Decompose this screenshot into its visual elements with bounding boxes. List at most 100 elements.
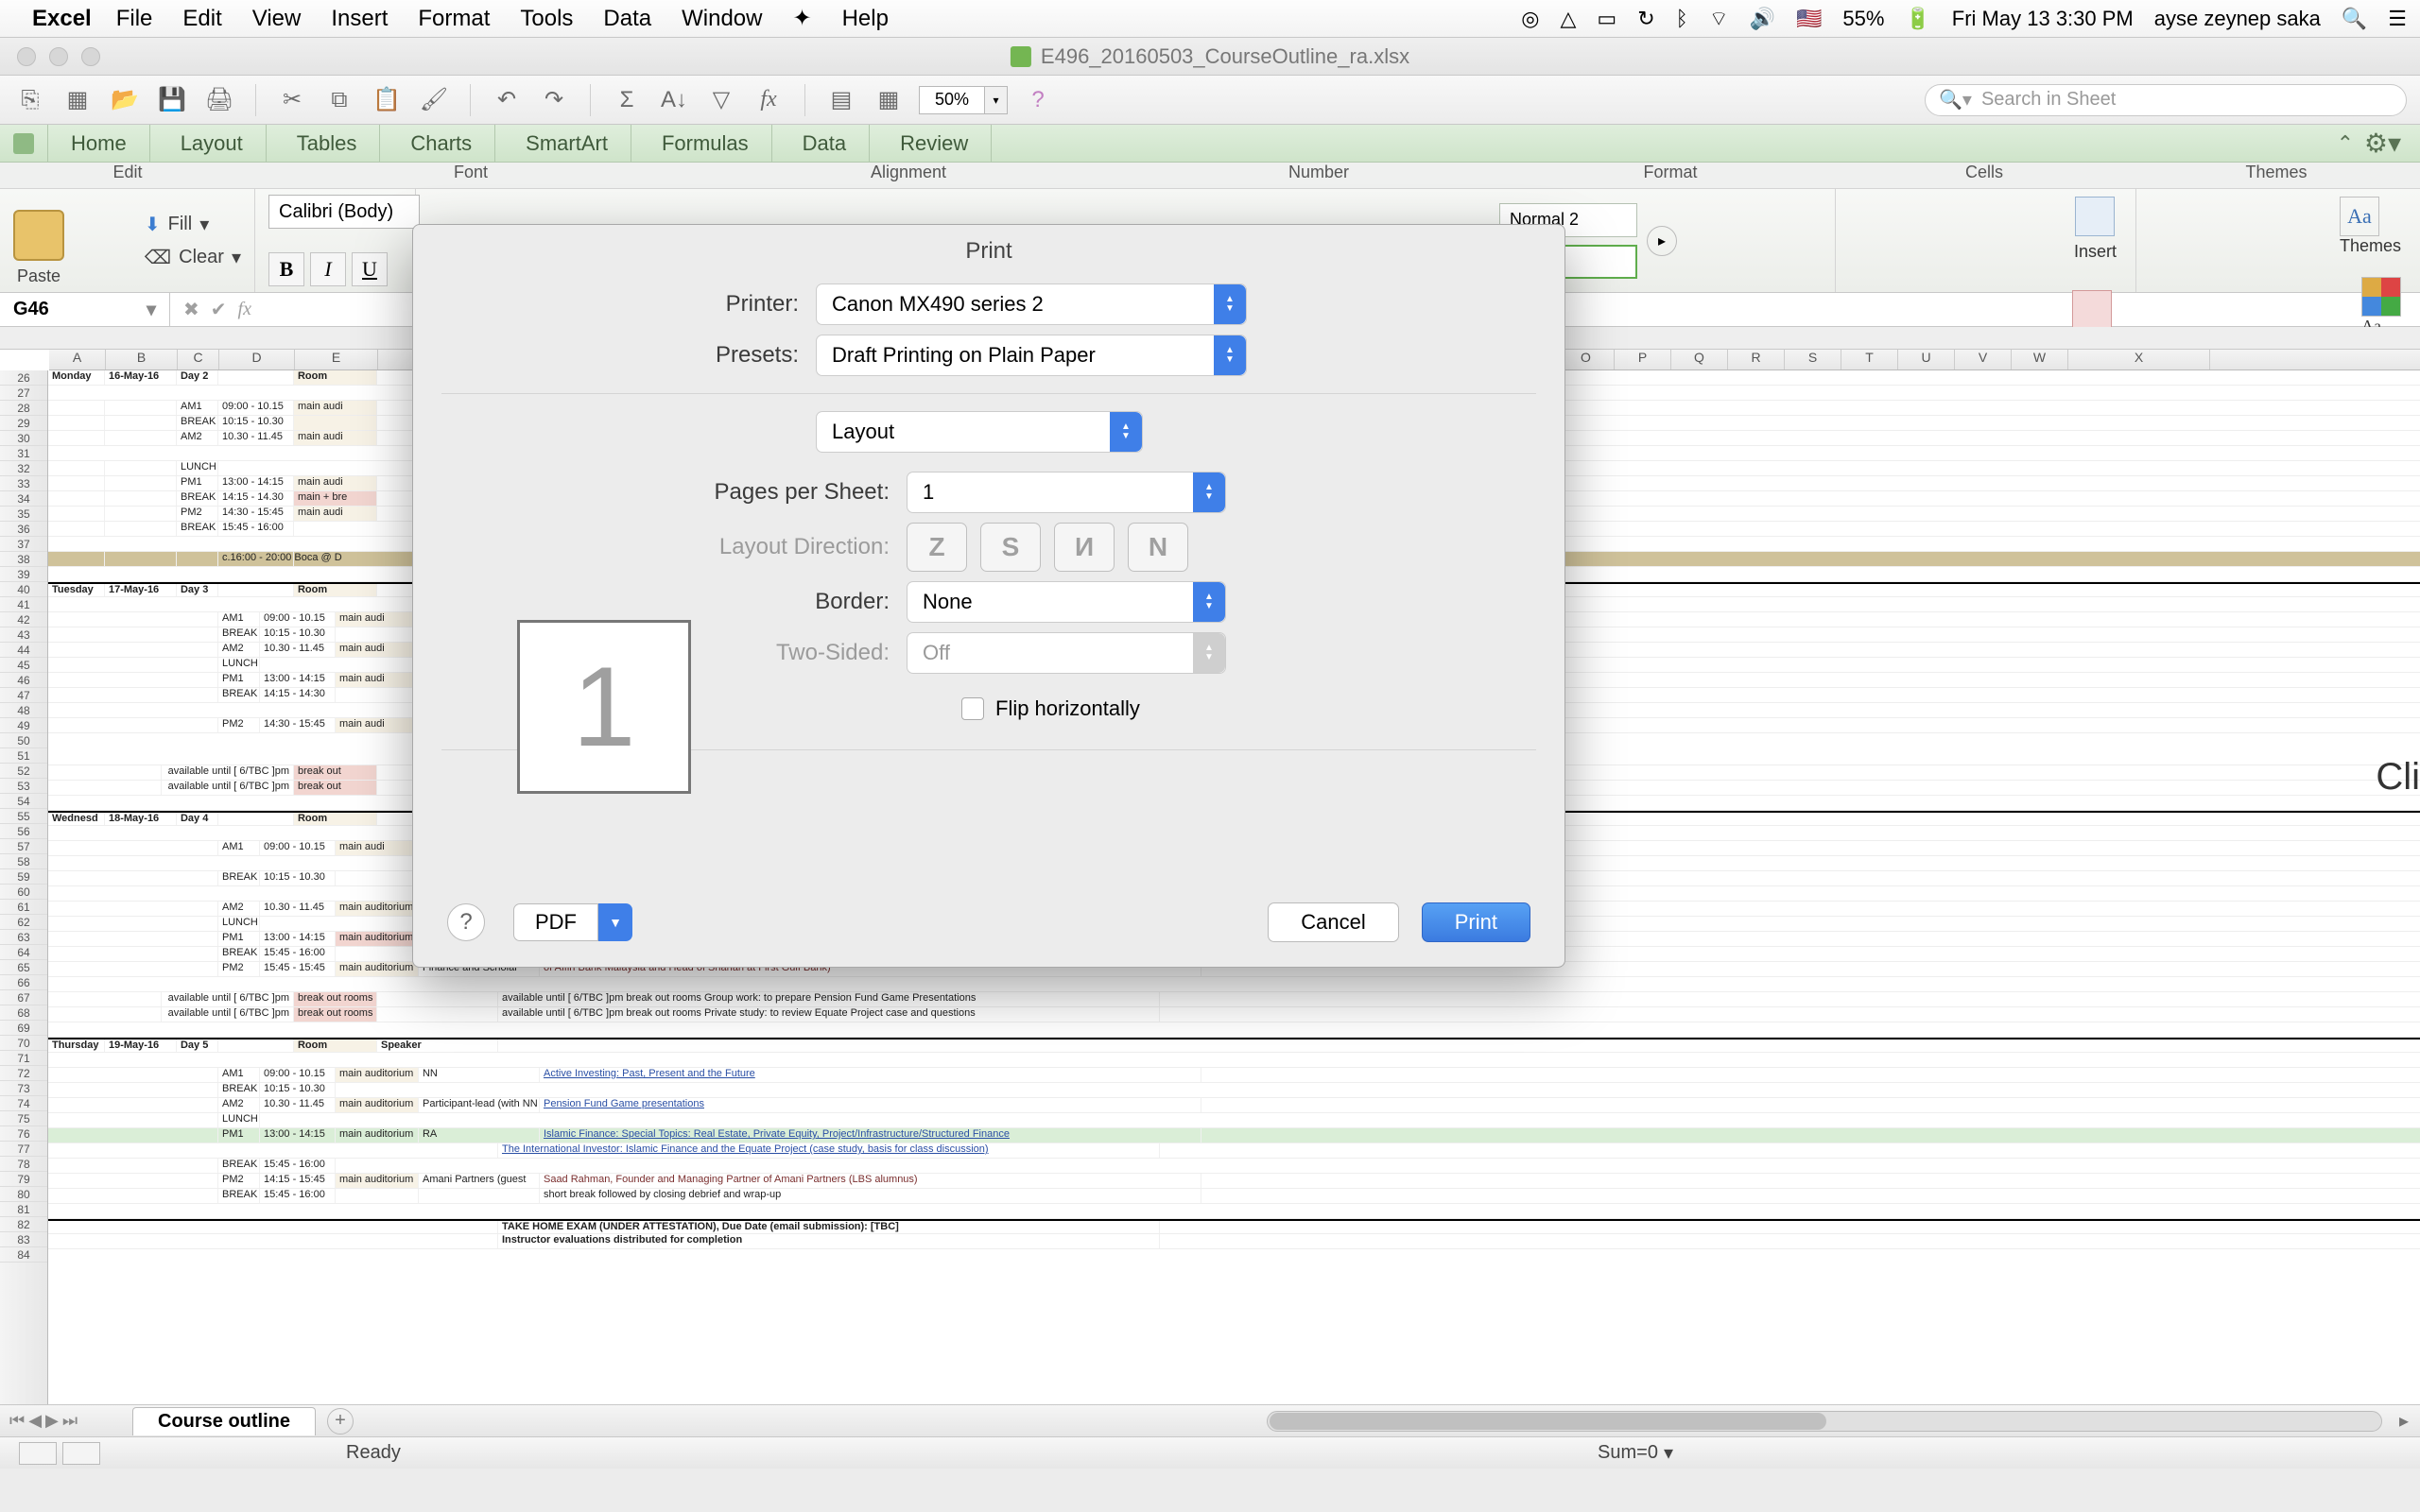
layout-direction-4[interactable]: N [1128,523,1188,572]
first-sheet-icon[interactable]: ⏮ [9,1411,25,1431]
google-drive-icon[interactable]: △ [1560,7,1576,31]
horizontal-scrollbar[interactable] [1267,1411,2382,1432]
page-layout-view-button[interactable] [62,1442,100,1465]
tab-tables[interactable]: Tables [274,125,381,163]
last-sheet-icon[interactable]: ⏭ [62,1411,78,1431]
zoom-dropdown[interactable]: ▾ [985,86,1008,114]
filter-icon[interactable]: ▽ [704,83,738,117]
fx-formula-icon[interactable]: fx [238,299,251,320]
add-sheet-button[interactable]: + [327,1408,354,1435]
layout-direction-1[interactable]: Z [907,523,967,572]
collapse-ribbon-icon[interactable]: ⌃ [2337,131,2354,156]
copy-icon[interactable]: ⧉ [322,83,356,117]
next-sheet-icon[interactable]: ▶ [45,1411,59,1431]
tab-formulas[interactable]: Formulas [639,125,772,163]
italic-button[interactable]: I [310,252,346,286]
menu-help[interactable]: Help [842,6,889,32]
printer-select[interactable]: Canon MX490 series 2 [816,284,1247,325]
search-field[interactable]: 🔍▾ Search in Sheet [1925,84,2407,116]
airplay-icon[interactable]: ▭ [1597,7,1616,31]
border-select[interactable]: None [907,581,1226,623]
menu-view[interactable]: View [252,6,302,32]
sort-icon[interactable]: A↓ [657,83,691,117]
pdf-dropdown-button[interactable]: PDF ▼ [513,903,632,941]
timemachine-icon[interactable]: ↻ [1637,7,1654,31]
spotlight-icon[interactable]: 🔍 [2342,7,2367,31]
open-icon[interactable]: 📂 [108,83,142,117]
insert-cells-button[interactable]: Insert [2074,197,2117,262]
menu-format[interactable]: Format [418,6,490,32]
tab-review[interactable]: Review [877,125,992,163]
ribbon-settings-icon[interactable]: ⚙▾ [2364,128,2401,159]
clock[interactable]: Fri May 13 3:30 PM [1952,7,2134,31]
paste-button[interactable]: Paste [13,195,64,286]
menu-file[interactable]: File [116,6,153,32]
autosum-icon[interactable]: Σ [610,83,644,117]
tab-data[interactable]: Data [780,125,870,163]
status-sum[interactable]: Sum=0 [1598,1442,1658,1464]
undo-icon[interactable]: ↶ [490,83,524,117]
underline-button[interactable]: U [352,252,388,286]
menu-window[interactable]: Window [682,6,762,32]
app-name[interactable]: Excel [32,6,92,32]
row-headers[interactable]: 2627282930313233343536373839404142434445… [0,370,48,1404]
help-icon[interactable]: ? [1021,83,1055,117]
status-dropdown-icon[interactable]: ▾ [1664,1441,1673,1465]
layout-direction-2[interactable]: S [980,523,1041,572]
zoom-input[interactable] [919,86,985,114]
cut-icon[interactable]: ✂ [275,83,309,117]
fx-icon[interactable]: fx [752,83,786,117]
prev-sheet-icon[interactable]: ◀ [28,1411,42,1431]
presets-select[interactable]: Draft Printing on Plain Paper [816,335,1247,376]
tab-home[interactable]: Home [47,125,150,163]
show-toolbox-icon[interactable]: ▤ [824,83,858,117]
redo-icon[interactable]: ↷ [537,83,571,117]
new-workbook-icon[interactable]: ⎘ [13,83,47,117]
menu-data[interactable]: Data [603,6,651,32]
battery-text[interactable]: 55% [1842,7,1884,31]
hscroll-right-icon[interactable]: ▸ [2399,1409,2409,1433]
format-painter-icon[interactable]: 🖌 [417,83,451,117]
templates-icon[interactable]: ▦ [60,83,95,117]
battery-icon[interactable]: 🔋 [1905,7,1930,31]
themes-button[interactable]: AaThemes [2340,197,2401,256]
layout-direction-3[interactable]: И [1054,523,1115,572]
bold-button[interactable]: B [268,252,304,286]
sheet-tab-active[interactable]: Course outline [132,1407,316,1435]
fill-button[interactable]: ⬇Fill ▾ [145,213,241,236]
cancel-button[interactable]: Cancel [1268,902,1398,942]
print-icon[interactable]: 🖨 [202,83,236,117]
styles-expand-icon[interactable]: ▸ [1647,226,1677,256]
pane-select[interactable]: Layout [816,411,1143,453]
wifi-icon[interactable]: ⌔ [1709,6,1729,32]
menu-insert[interactable]: Insert [331,6,388,32]
clear-button[interactable]: ⌫Clear ▾ [145,246,241,269]
home-icon[interactable] [13,133,34,154]
flip-horizontally-checkbox[interactable] [961,697,984,720]
menu-edit[interactable]: Edit [182,6,221,32]
tab-layout[interactable]: Layout [158,125,267,163]
dialog-help-button[interactable]: ? [447,903,485,941]
minimize-window[interactable] [49,47,68,66]
save-icon[interactable]: 💾 [155,83,189,117]
paste-icon[interactable]: 📋 [370,83,404,117]
print-button[interactable]: Print [1422,902,1530,942]
user-name[interactable]: ayse zeynep saka [2154,7,2321,31]
volume-icon[interactable]: 🔊 [1750,7,1775,31]
media-browser-icon[interactable]: ▦ [872,83,906,117]
confirm-edit-icon[interactable]: ✔ [211,298,227,321]
bluetooth-icon[interactable]: ᛒ [1676,7,1688,31]
normal-view-button[interactable] [19,1442,57,1465]
tab-smartart[interactable]: SmartArt [503,125,631,163]
pages-per-sheet-select[interactable]: 1 [907,472,1226,513]
tab-charts[interactable]: Charts [388,125,495,163]
menu-tools[interactable]: Tools [520,6,573,32]
notification-center-icon[interactable]: ☰ [2388,7,2407,31]
font-name-select[interactable]: Calibri (Body) [268,195,420,229]
creative-cloud-icon[interactable]: ◎ [1521,7,1539,31]
zoom-window[interactable] [81,47,100,66]
close-window[interactable] [17,47,36,66]
flag-icon[interactable]: 🇺🇸 [1796,7,1822,31]
cancel-edit-icon[interactable]: ✖ [183,298,199,321]
name-box[interactable]: G46▾ [0,293,170,327]
